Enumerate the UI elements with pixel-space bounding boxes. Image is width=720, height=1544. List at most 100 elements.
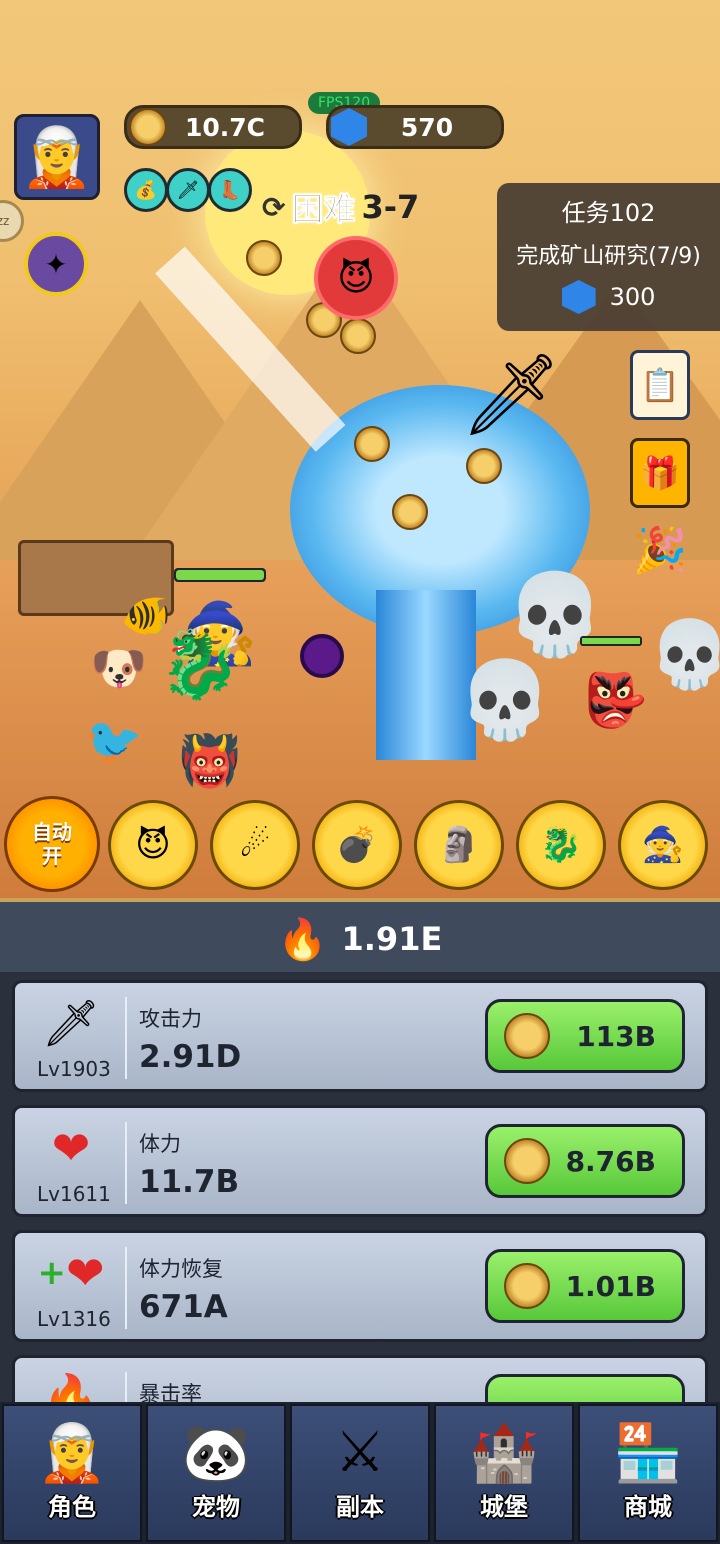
panda-icon: 🐼	[181, 1421, 251, 1486]
upgrade-card-attack: 🗡 Lv1903 攻击力 2.91D 113B	[12, 980, 708, 1092]
hero-icon: 🧝	[37, 1421, 107, 1486]
divider	[125, 1122, 127, 1204]
skill-totem-button[interactable]: 🗿	[414, 800, 504, 890]
nav-label: 城堡	[480, 1493, 528, 1521]
demon-skill-icon: 😈	[135, 825, 171, 865]
divider	[125, 1372, 127, 1402]
task-reward-amount: 300	[609, 283, 656, 311]
enemy-skeleton: 💀	[457, 655, 553, 744]
bomb-skill-icon: 💣	[335, 825, 379, 865]
player-avatar[interactable]: 🧝	[14, 114, 100, 200]
skill-wizard-button[interactable]: 🧙	[618, 800, 708, 890]
upgrade-buy-button[interactable]: 1.01B	[485, 1249, 685, 1323]
comet-skill-icon: ☄	[239, 825, 271, 865]
upgrade-name: 体力	[139, 1132, 181, 1156]
nav-tab-dungeon[interactable]: ⚔ 副本	[290, 1404, 430, 1542]
combat-power-value: 1.91E	[341, 920, 443, 958]
gem-counter: 570	[326, 105, 504, 149]
gift-box-icon[interactable]: 🎁	[630, 438, 690, 508]
task-title: 任务102	[561, 199, 656, 227]
sword-icon: 🗡	[41, 995, 101, 1050]
hero-health-bar	[174, 568, 266, 582]
flame-sword-icon: 🔥	[277, 916, 328, 963]
buff-bag-icon[interactable]: 💰	[124, 168, 168, 212]
nav-tab-castle[interactable]: 🏰 城堡	[434, 1404, 574, 1542]
wheel-icon[interactable]: ✦	[24, 232, 88, 296]
upgrade-buy-button[interactable]: 8.76B	[485, 1124, 685, 1198]
buff-sword-icon[interactable]: 🗡	[166, 168, 210, 212]
party-popper-icon[interactable]: 🎉	[630, 520, 690, 580]
heart-plus-icon: + ❤	[37, 1246, 105, 1300]
combat-power-bar: 🔥 1.91E	[0, 898, 720, 976]
upgrade-value: 671A	[139, 1289, 228, 1325]
upgrade-card-crit: 🔥 暴击率	[12, 1355, 708, 1402]
hero-portrait-icon: 🧝	[20, 122, 94, 191]
divider	[125, 997, 127, 1079]
coin-drop	[354, 426, 390, 462]
pet-fish: 🐠	[121, 592, 171, 639]
upgrade-buy-button[interactable]: 113B	[485, 999, 685, 1073]
refresh-icon: ⟳	[262, 190, 286, 224]
stage-difficulty: 困难	[291, 190, 356, 229]
upgrade-buy-button[interactable]	[485, 1374, 685, 1402]
nav-tab-shop[interactable]: 🏪 商城	[578, 1404, 718, 1542]
enemy-warrior: 👺	[582, 670, 648, 731]
gem-amount: 570	[400, 112, 454, 142]
upgrade-value: 2.91D	[139, 1039, 242, 1075]
coin-drop	[340, 318, 376, 354]
task-description: 完成矿山研究(7/9)	[516, 244, 701, 269]
upgrade-level: Lv1611	[37, 1182, 111, 1206]
shadow-orb	[300, 634, 344, 678]
gold-coin-icon	[129, 108, 167, 146]
crit-icon: 🔥	[42, 1370, 100, 1403]
nav-tab-hero[interactable]: 🧝 角色	[2, 1404, 142, 1542]
upgrade-card-hp-regen: + ❤ Lv1316 体力恢复 671A 1.01B	[12, 1230, 708, 1342]
gold-coin-icon	[504, 1263, 550, 1309]
gem-icon	[561, 280, 596, 314]
task-panel[interactable]: 任务102 完成矿山研究(7/9) 300	[497, 183, 720, 331]
upgrade-cost: 113B	[576, 1019, 656, 1053]
stage-indicator[interactable]: ⟳ 困难 3-7	[262, 184, 419, 230]
bottom-nav: 🧝 角色 🐼 宠物 ⚔ 副本 🏰 城堡 🏪 商城	[0, 1402, 720, 1544]
upgrade-name: 暴击率	[139, 1382, 202, 1402]
coin-drop	[246, 240, 282, 276]
nav-tab-pet[interactable]: 🐼 宠物	[146, 1404, 286, 1542]
gold-amount: 10.7C	[184, 112, 266, 142]
skill-comet-button[interactable]: ☄	[210, 800, 300, 890]
upgrade-level: Lv1903	[37, 1057, 111, 1081]
shop-icon: 🏪	[613, 1421, 683, 1486]
upgrade-cost: 8.76B	[565, 1144, 656, 1178]
castle-icon: 🏰	[469, 1421, 539, 1486]
dragon-skill-icon: 🐉	[539, 825, 583, 865]
nav-label: 副本	[336, 1493, 384, 1521]
notice-board-icon[interactable]: 📋	[630, 350, 690, 420]
sword-drop-icon: 🗡	[460, 348, 562, 441]
buff-boot-icon[interactable]: 👢	[208, 168, 252, 212]
nav-label: 商城	[624, 1493, 672, 1521]
gold-counter: 10.7C	[124, 105, 302, 149]
skill-dragon-button[interactable]: 🐉	[516, 800, 606, 890]
task-reward: 300	[497, 280, 720, 314]
divider	[125, 1247, 127, 1329]
upgrade-name: 攻击力	[139, 1007, 202, 1031]
skill-bomb-button[interactable]: 💣	[312, 800, 402, 890]
totem-skill-icon: 🗿	[437, 825, 481, 865]
skill-demon-button[interactable]: 😈	[108, 800, 198, 890]
nav-label: 角色	[48, 1493, 96, 1521]
upgrade-name: 体力恢复	[139, 1257, 223, 1281]
stage-level: 3-7	[361, 188, 420, 226]
pet-imp: 👹	[178, 731, 242, 790]
upgrade-level: Lv1316	[37, 1307, 111, 1331]
gold-coin-icon	[504, 1013, 550, 1059]
upgrade-cost: 1.01B	[565, 1269, 656, 1303]
enemy-health-bar	[580, 636, 642, 646]
upgrade-card-hp: ❤ Lv1611 体力 11.7B 8.76B	[12, 1105, 708, 1217]
upgrade-list[interactable]: 🗡 Lv1903 攻击力 2.91D 113B ❤ Lv1611 体力 11.7…	[0, 972, 720, 1402]
gem-icon	[331, 108, 367, 146]
sleep-icon[interactable]: zz	[0, 200, 24, 242]
upgrade-value: 11.7B	[139, 1164, 240, 1200]
nav-label: 宠物	[192, 1493, 240, 1521]
demon-rune-icon: 😈	[314, 236, 398, 320]
skill-bar: 😈 ☄ 💣 🗿 🐉 🧙	[0, 800, 720, 892]
pet-dog: 🐶	[90, 640, 148, 695]
